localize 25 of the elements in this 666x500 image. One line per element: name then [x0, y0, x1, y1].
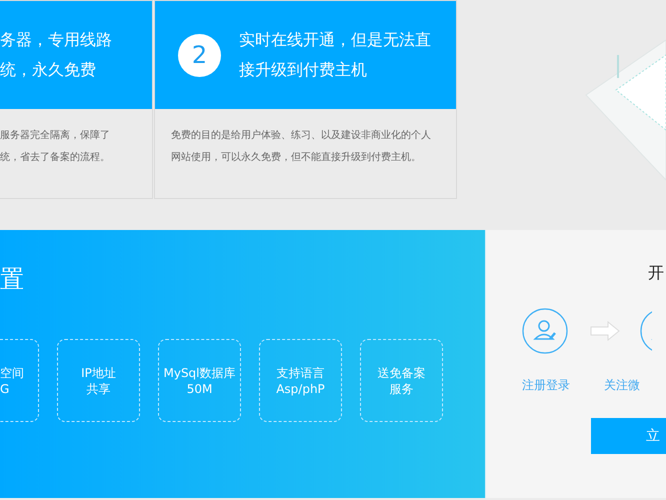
config-title: 置	[0, 264, 25, 294]
config-label: 服务	[390, 380, 414, 396]
feature-description: 服务器完全隔离，保障了	[0, 129, 111, 143]
feature-title: 实时在线开通，但是无法直	[239, 30, 431, 50]
open-button[interactable]: 立	[591, 418, 666, 454]
config-label: 50M	[186, 380, 212, 396]
step-number: 2	[178, 34, 221, 76]
config-label: G	[0, 380, 10, 396]
feature-title: 务器，专用线路	[0, 30, 112, 50]
config-label: IP地址	[81, 364, 116, 380]
config-label: Asp/phP	[276, 380, 325, 396]
step-label: 注册登录	[522, 377, 570, 394]
config-label: 送免备案	[378, 364, 426, 380]
config-label: MySql数据库	[163, 364, 236, 380]
feature-title: 接升级到付费主机	[239, 60, 368, 80]
signup-title: 开	[648, 263, 665, 283]
config-label: 支持语言	[276, 364, 324, 380]
feature-description: 统，省去了备案的流程。	[0, 151, 111, 165]
arrow-icon	[590, 321, 620, 341]
feature-description: 网站使用，可以永久免费，但不能直接升级到付费主机。	[171, 151, 422, 165]
feature-title: 统，永久免费	[0, 60, 97, 80]
feature-description: 免费的目的是给用户体验、练习、以及建设非商业化的个人	[171, 129, 432, 143]
config-label: 共享	[86, 380, 110, 396]
step-label: 关注微	[604, 377, 640, 394]
config-label: 空间	[0, 364, 24, 380]
